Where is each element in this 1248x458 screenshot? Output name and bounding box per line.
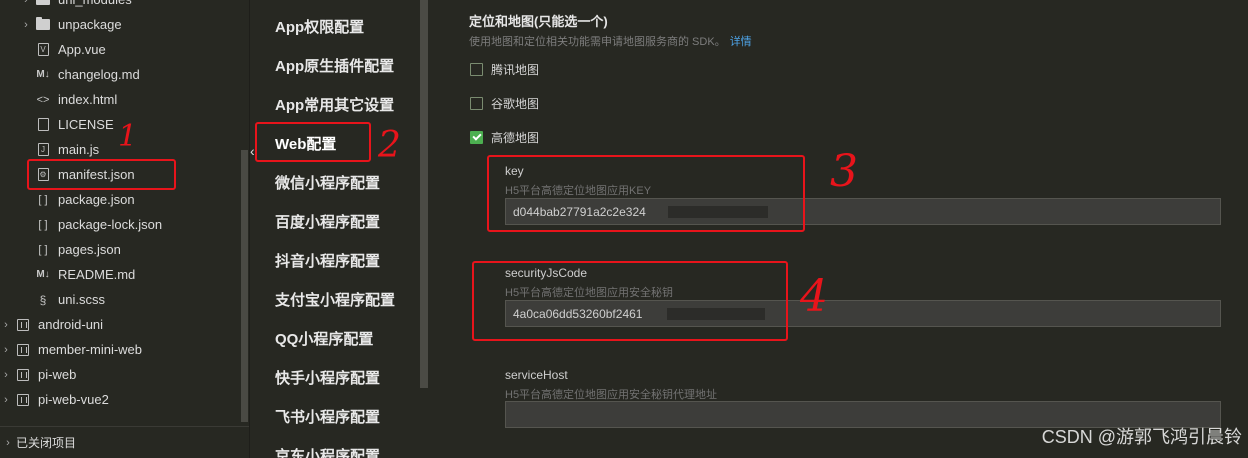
nav-item-5[interactable]: 百度小程序配置 — [275, 211, 380, 235]
nav-item-2[interactable]: App常用其它设置 — [275, 94, 394, 118]
annotation-number-4: 4 — [800, 271, 828, 322]
markdown-file-icon: M↓ — [36, 69, 50, 80]
option-tencent-map[interactable]: 腾讯地图 — [470, 61, 539, 78]
tree-item-label: main.js — [58, 142, 100, 157]
nav-item-11[interactable]: 京东小程序配置 — [275, 445, 380, 458]
project-icon — [16, 318, 30, 332]
tree-item-label: uni.scss — [58, 292, 105, 307]
tree-item-pages-json[interactable]: [ ] pages.json — [0, 237, 240, 262]
nav-item-10[interactable]: 飞书小程序配置 — [275, 406, 380, 430]
tree-item-label: App.vue — [58, 42, 106, 57]
tree-item-package-lock-json[interactable]: [ ] package-lock.json — [0, 212, 240, 237]
html-file-icon: <> — [36, 93, 50, 106]
chevron-left-icon: ‹ — [250, 143, 255, 159]
chevron-right-icon[interactable]: › — [20, 19, 32, 31]
chevron-right-icon[interactable]: › — [0, 319, 12, 331]
nav-item-7[interactable]: 支付宝小程序配置 — [275, 289, 395, 313]
tree-item-pi-web-vue2[interactable]: › pi-web-vue2 — [0, 387, 240, 412]
json-file-icon: [ ] — [38, 243, 48, 256]
file-icon — [36, 118, 50, 132]
annotation-box-security-js-code — [472, 261, 788, 341]
tree-item-label: uni_modules — [58, 0, 132, 7]
scss-file-icon: § — [39, 292, 47, 307]
manifest-settings-nav: App权限配置 App原生插件配置 App常用其它设置 Web配置 微信小程序配置 百度小… — [249, 0, 419, 458]
file-tree-list: › uni_modules › unpackage V App.vue M↓ changelo… — [0, 0, 240, 425]
nav-item-4[interactable]: 微信小程序配置 — [275, 172, 380, 196]
service-host-hint: H5平台高德定位地图应用安全秘钥代理地址 — [505, 389, 718, 401]
chevron-right-icon[interactable]: › — [0, 369, 12, 381]
google-map-label: 谷歌地图 — [491, 97, 540, 111]
tree-item-index-html[interactable]: <> index.html — [0, 87, 240, 112]
annotation-box-manifest — [27, 159, 176, 190]
tree-item-label: pages.json — [58, 242, 121, 257]
csdn-watermark: CSDN @游郭飞鸿引晨铃 — [1041, 427, 1242, 447]
annotation-box-key — [487, 155, 805, 232]
tree-item-uni-scss[interactable]: § uni.scss — [0, 287, 240, 312]
section-description: 使用地图和定位相关功能需申请地图服务商的 SDK。 详情 — [469, 33, 752, 49]
folder-icon — [36, 17, 50, 32]
option-amap[interactable]: 高德地图 — [470, 129, 539, 146]
chevron-right-icon[interactable]: › — [20, 0, 32, 6]
nav-item-8[interactable]: QQ小程序配置 — [275, 328, 373, 352]
json-file-icon: [ ] — [38, 218, 48, 231]
tree-item-package-json[interactable]: [ ] package.json — [0, 187, 240, 212]
tree-item-member-mini-web[interactable]: › member-mini-web — [0, 337, 240, 362]
nav-item-6[interactable]: 抖音小程序配置 — [275, 250, 380, 274]
tree-item-label: pi-web — [38, 367, 77, 382]
file-tree: › uni_modules › unpackage V App.vue M↓ changelo… — [0, 0, 249, 458]
tree-item-label: LICENSE — [58, 117, 114, 132]
chevron-right-icon: › — [6, 436, 10, 449]
tencent-map-checkbox[interactable] — [470, 63, 483, 76]
js-file-icon: J — [36, 143, 50, 157]
tree-item-label: android-uni — [38, 317, 104, 332]
section-description-text: 使用地图和定位相关功能需申请地图服务商的 SDK。 — [469, 36, 726, 48]
project-icon — [16, 393, 30, 407]
vue-file-icon: V — [36, 43, 50, 57]
chevron-right-icon[interactable]: › — [0, 394, 12, 406]
tree-item-android-uni[interactable]: › android-uni — [0, 312, 240, 337]
project-icon — [16, 343, 30, 357]
tree-item-app-vue[interactable]: V App.vue — [0, 37, 240, 62]
nav-item-9[interactable]: 快手小程序配置 — [275, 367, 380, 391]
tree-item-uni-modules[interactable]: › uni_modules — [0, 0, 240, 12]
tree-item-label: index.html — [58, 92, 118, 107]
project-icon — [16, 368, 30, 382]
tree-item-label: changelog.md — [58, 67, 140, 82]
option-google-map[interactable]: 谷歌地图 — [470, 95, 539, 112]
tree-item-unpackage[interactable]: › unpackage — [0, 12, 240, 37]
tree-item-label: README.md — [58, 267, 136, 282]
tencent-map-label: 腾讯地图 — [491, 63, 540, 77]
markdown-file-icon: M↓ — [36, 269, 50, 280]
annotation-number-1: 1 — [118, 119, 138, 154]
amap-checkbox[interactable] — [470, 131, 483, 144]
annotation-number-3: 3 — [830, 146, 858, 197]
tree-item-label: pi-web-vue2 — [38, 392, 109, 407]
nav-item-0[interactable]: App权限配置 — [275, 16, 364, 40]
folder-icon — [36, 0, 50, 7]
closed-projects-row[interactable]: › 已关闭项目 — [0, 426, 249, 458]
tree-item-label: package-lock.json — [58, 217, 163, 232]
service-host-label: serviceHost — [505, 368, 568, 382]
tree-item-readme-md[interactable]: M↓ README.md — [0, 262, 240, 287]
settings-nav-scrollbar[interactable] — [420, 0, 428, 388]
nav-item-1[interactable]: App原生插件配置 — [275, 55, 394, 79]
section-title: 定位和地图(只能选一个) — [469, 14, 608, 29]
tree-item-label: unpackage — [58, 17, 122, 32]
tree-item-label: package.json — [58, 192, 135, 207]
tree-item-pi-web[interactable]: › pi-web — [0, 362, 240, 387]
tree-item-changelog-md[interactable]: M↓ changelog.md — [0, 62, 240, 87]
details-link[interactable]: 详情 — [730, 36, 752, 48]
annotation-number-2: 2 — [378, 125, 401, 166]
amap-label: 高德地图 — [491, 131, 540, 145]
google-map-checkbox[interactable] — [470, 97, 483, 110]
file-tree-scrollbar[interactable] — [241, 150, 248, 422]
chevron-right-icon[interactable]: › — [0, 344, 12, 356]
annotation-box-web-config — [255, 122, 371, 162]
json-file-icon: [ ] — [38, 193, 48, 206]
tree-item-label: member-mini-web — [38, 342, 143, 357]
closed-projects-label: 已关闭项目 — [16, 436, 77, 450]
